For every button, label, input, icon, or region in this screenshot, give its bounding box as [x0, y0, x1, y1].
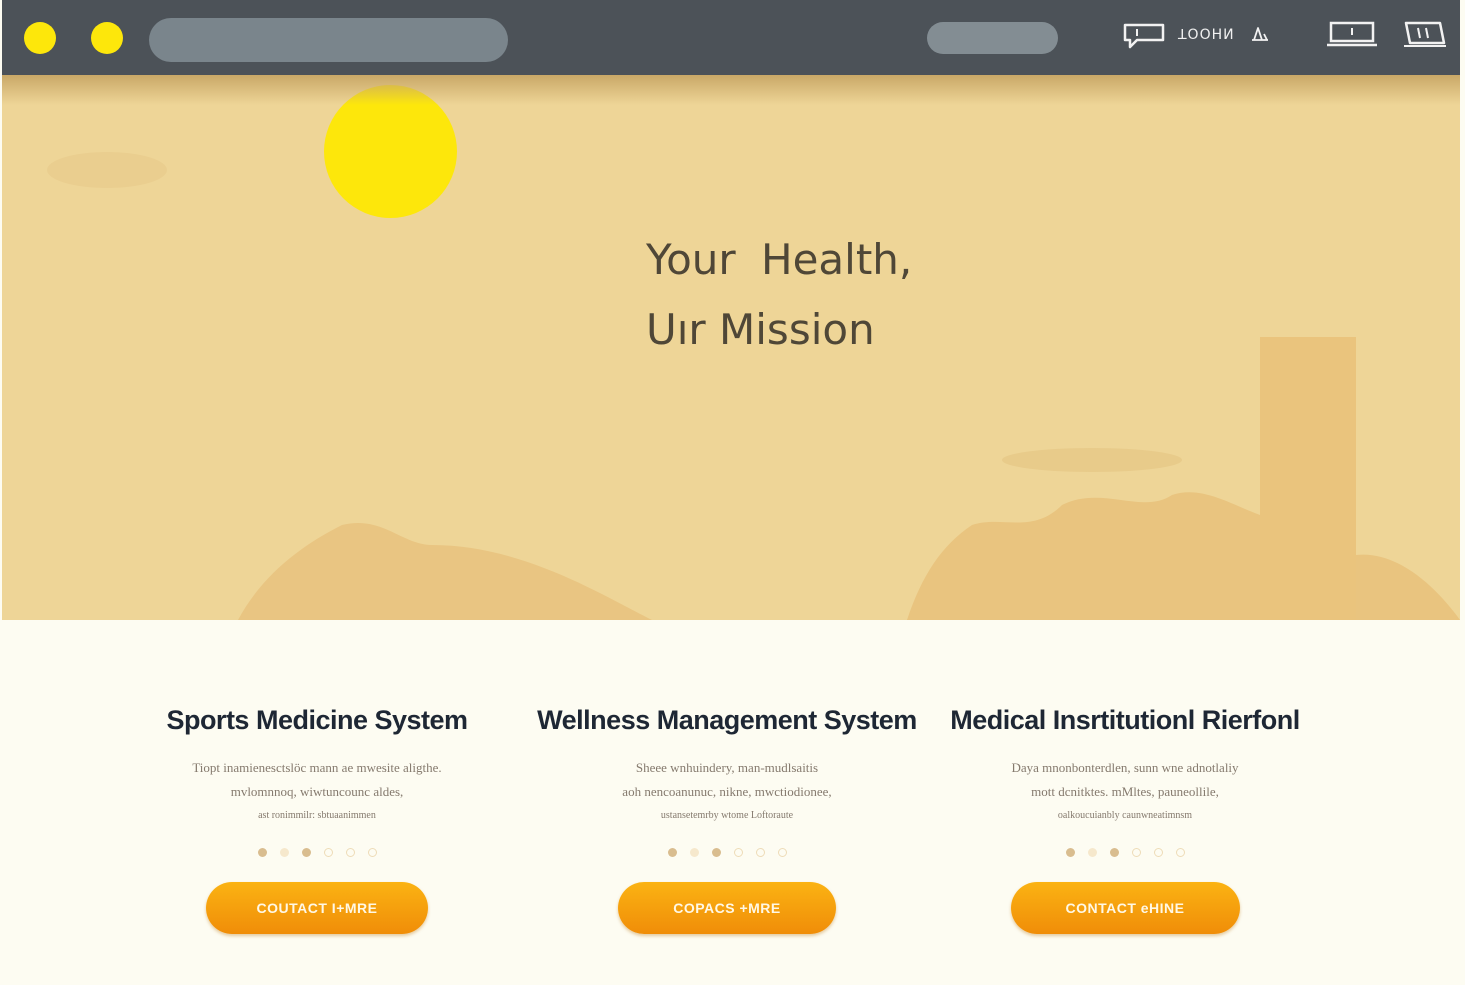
card-text-line: mott dcnitktes. mMltes, pauneollile,	[1031, 784, 1219, 799]
card-description: Tiopt inamienesctslöc mann ae mwesite al…	[120, 756, 514, 828]
hero-headline-line1: Your Health,	[646, 235, 913, 284]
card-text-line: mvlomnnoq, wiwtuncounc aldes,	[230, 784, 404, 799]
card-title: Medical Insrtitutionl Rierfonl	[950, 705, 1300, 735]
address-bar[interactable]	[149, 18, 508, 62]
dot	[1175, 847, 1185, 857]
card-text-line: Sheee wnhuindery, man-mudlsaitis	[635, 760, 819, 775]
dot	[323, 847, 333, 857]
toolbar-shadow	[2, 75, 1460, 105]
dot	[1131, 847, 1141, 857]
rating-dots	[530, 846, 924, 858]
card-title: Wellness Management System	[537, 705, 917, 735]
hero-headline-line2: Uır Mission	[646, 305, 875, 354]
dot	[689, 847, 699, 857]
dot	[367, 847, 377, 857]
contact-button[interactable]: COUTACT I+MRE	[206, 882, 428, 934]
rating-dots	[120, 846, 514, 858]
book-icon[interactable]	[1404, 20, 1446, 48]
dot	[755, 847, 765, 857]
dot	[279, 847, 289, 857]
contact-button[interactable]: COPACS +MRE	[618, 882, 836, 934]
service-card: Wellness Management System Sheee wnhuind…	[530, 700, 924, 934]
browser-toolbar: ꓕOOHИ	[2, 0, 1460, 75]
dot	[1065, 847, 1075, 857]
service-card: Medical Insrtitutionl Rierfonl Daya mnon…	[925, 700, 1325, 934]
hero-banner: Your Health, Uır Mission	[2, 75, 1460, 620]
dot	[733, 847, 743, 857]
card-description: Daya mnonbonterdlen, sunn wne adnotlaliy…	[925, 756, 1325, 828]
chat-icon[interactable]	[1123, 21, 1165, 49]
dot	[711, 847, 721, 857]
dot	[667, 847, 677, 857]
card-text-line: ustansetemrby wtome Loftoraute	[660, 810, 794, 821]
card-description: Sheee wnhuindery, man-mudlsaitis aoh nen…	[530, 756, 924, 828]
bell-icon[interactable]	[1250, 25, 1270, 45]
dot	[1153, 847, 1163, 857]
card-text-line: aoh nencoanunuc, nikne, mwctiodionee,	[622, 784, 832, 799]
service-card: Sports Medicine System Tiopt inamienesct…	[120, 700, 514, 934]
contact-button[interactable]: CONTACT eHINE	[1010, 882, 1240, 934]
monitor-icon[interactable]	[1327, 21, 1377, 49]
dot	[345, 847, 355, 857]
window-control-dot[interactable]	[91, 22, 123, 54]
window-control-dot[interactable]	[24, 22, 56, 54]
nav-label[interactable]: ꓕOOHИ	[1178, 27, 1235, 43]
dot	[1087, 847, 1097, 857]
card-text-line: Daya mnonbonterdlen, sunn wne adnotlaliy	[1011, 760, 1239, 775]
rating-dots	[925, 846, 1325, 858]
search-pill[interactable]	[927, 22, 1058, 54]
dot	[1109, 847, 1119, 857]
card-title: Sports Medicine System	[166, 705, 468, 735]
card-text-line: oalkoucuianbly caunwneatimnsm	[1057, 810, 1193, 821]
dot	[777, 847, 787, 857]
card-text-line: ast ronimmilr: sbtuaanimmen	[258, 810, 376, 821]
hero-headline: Your Health, Uır Mission	[646, 225, 912, 365]
dot	[301, 847, 311, 857]
dot	[257, 847, 267, 857]
card-text-line: Tiopt inamienesctslöc mann ae mwesite al…	[192, 760, 442, 775]
